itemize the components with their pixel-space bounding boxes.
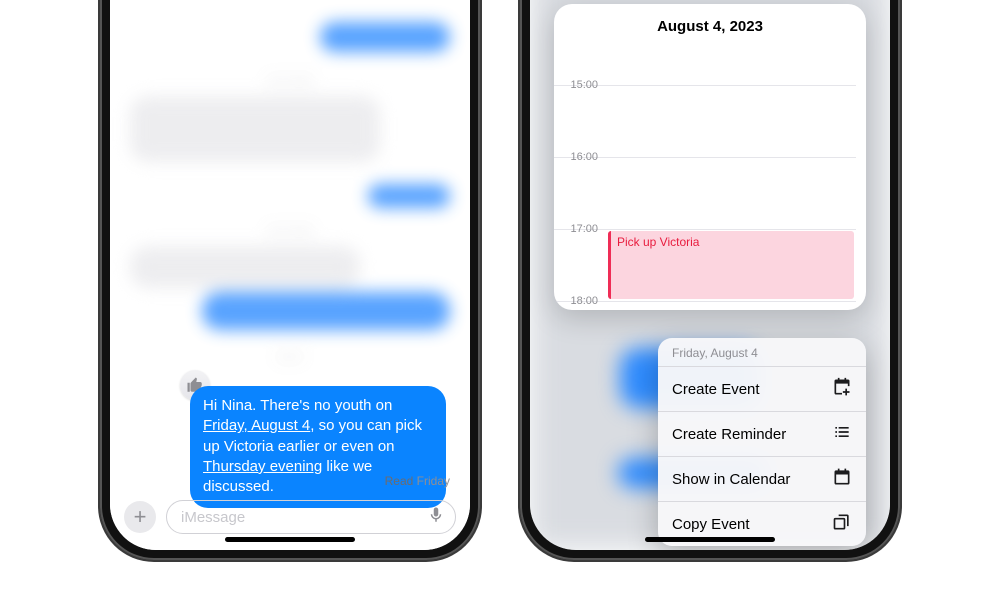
- context-menu: Friday, August 4 Create Event Create Rem…: [658, 338, 866, 546]
- context-menu-date: Friday, August 4: [658, 338, 866, 366]
- attach-button[interactable]: +: [124, 501, 156, 533]
- received-message-bubble[interactable]: Hi Nina. There's no youth on Friday, Aug…: [190, 386, 446, 508]
- read-receipt: Read Friday: [110, 474, 450, 488]
- message-input[interactable]: iMessage: [166, 500, 456, 534]
- compose-bar: + iMessage: [110, 492, 470, 534]
- calendar-preview-card[interactable]: August 4, 2023 15:00 16:00 17:00 18:00 P…: [554, 4, 866, 310]
- message-text: Hi Nina. There's no youth on: [203, 397, 392, 414]
- screen-left: ••• •• •••• ••• •• •••• ••• •• Hi Nina. …: [110, 0, 470, 550]
- phone-left: ••• •• •••• ••• •• •••• ••• •• Hi Nina. …: [100, 0, 480, 560]
- calendar-date-title: August 4, 2023: [554, 4, 866, 45]
- hour-label: 17:00: [558, 223, 598, 235]
- calendar-add-icon: [832, 377, 852, 401]
- phone-right: August 4, 2023 15:00 16:00 17:00 18:00 P…: [520, 0, 900, 560]
- dictate-icon[interactable]: [427, 506, 445, 528]
- menu-create-event[interactable]: Create Event: [658, 366, 866, 411]
- copy-icon: [832, 512, 852, 536]
- calendar-grid: 15:00 16:00 17:00 18:00 Pick up Victoria: [604, 45, 856, 305]
- hour-label: 18:00: [558, 295, 598, 307]
- screen-right: August 4, 2023 15:00 16:00 17:00 18:00 P…: [530, 0, 890, 550]
- home-indicator[interactable]: [225, 537, 355, 542]
- date-link-friday[interactable]: Friday, August 4: [203, 417, 310, 434]
- date-link-thursday[interactable]: Thursday evening: [203, 458, 322, 475]
- plus-icon: +: [134, 504, 147, 530]
- home-indicator[interactable]: [645, 537, 775, 542]
- message-placeholder: iMessage: [181, 509, 245, 526]
- calendar-icon: [832, 467, 852, 491]
- hour-label: 16:00: [558, 151, 598, 163]
- list-icon: [832, 422, 852, 446]
- calendar-event[interactable]: Pick up Victoria: [608, 231, 854, 299]
- hour-label: 15:00: [558, 79, 598, 91]
- menu-create-reminder[interactable]: Create Reminder: [658, 411, 866, 456]
- menu-show-in-calendar[interactable]: Show in Calendar: [658, 456, 866, 501]
